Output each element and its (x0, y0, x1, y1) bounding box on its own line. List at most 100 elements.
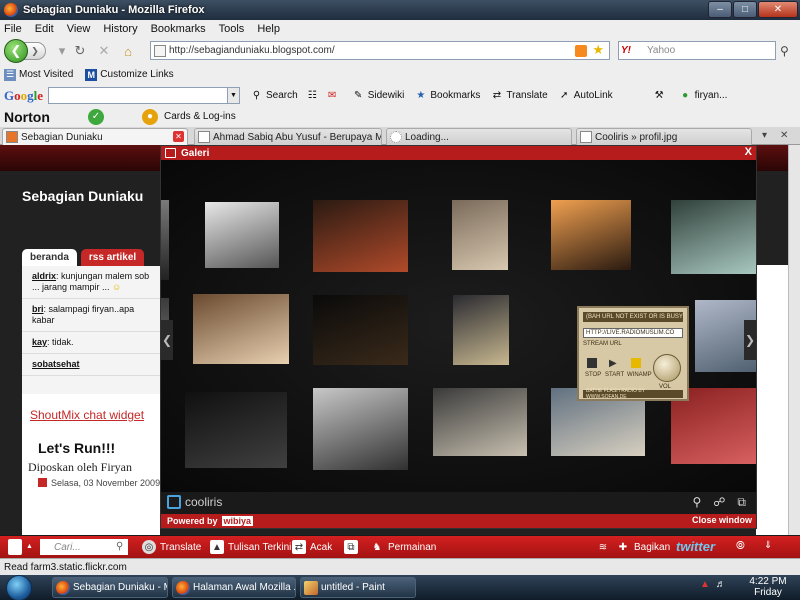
google-translate-button[interactable]: ⇄ Translate (490, 89, 548, 102)
task-firefox-halaman[interactable]: Halaman Awal Mozilla ... (172, 577, 296, 598)
page-scrollbar[interactable] (788, 145, 800, 535)
gallery-thumb[interactable] (433, 388, 527, 456)
tab-beranda[interactable]: beranda (22, 249, 77, 266)
shout-author[interactable]: aldrix (32, 271, 56, 281)
tab-close-icon[interactable]: ✕ (173, 131, 184, 142)
wibiya-games-button[interactable]: ♞ Permainan (370, 540, 437, 554)
radio-stream-url-input[interactable]: HTTP://LIVE.RADIOMUSLIM.CO (583, 328, 683, 338)
norton-safe-icon[interactable]: ✓ (88, 108, 104, 125)
blog-title[interactable]: Sebagian Duniaku (22, 188, 143, 204)
wibiya-recent-posts-button[interactable]: ▲ Tulisan Terkini (210, 540, 291, 554)
gallery-next-icon[interactable]: ❯ (744, 320, 756, 360)
bookmark-most-visited[interactable]: ☰ Most Visited (4, 68, 73, 81)
gallery-prev-icon[interactable]: ❮ (161, 320, 173, 360)
menu-edit[interactable]: Edit (35, 23, 54, 35)
menu-tools[interactable]: Tools (219, 23, 245, 35)
gallery-thumb[interactable] (313, 388, 408, 470)
dropdown-history-icon[interactable]: ▾ (54, 43, 70, 59)
stop-icon[interactable]: ✕ (96, 43, 112, 59)
twitter-logo[interactable]: twitter (676, 539, 715, 554)
tab-loading[interactable]: Loading... (386, 128, 572, 145)
shout-author[interactable]: kay (32, 337, 47, 347)
menu-view[interactable]: View (67, 23, 91, 35)
back-button[interactable]: ❮ (4, 39, 28, 63)
wibiya-rss-button[interactable]: ≋ (596, 540, 614, 554)
rss-feed-icon[interactable] (575, 45, 587, 57)
google-search-input[interactable] (48, 87, 228, 104)
tray-volume-icon[interactable]: ♬ (716, 579, 726, 590)
tab-rss-artikel[interactable]: rss artikel (80, 249, 145, 266)
google-autolink-button[interactable]: ➚ AutoLink (558, 89, 613, 102)
radio-winamp-icon[interactable] (631, 358, 641, 368)
shout-author[interactable]: bri (32, 304, 44, 314)
google-search-button[interactable]: ⚲ Search (250, 89, 298, 102)
home-icon[interactable]: ⌂ (120, 43, 136, 59)
gallery-thumb[interactable] (185, 392, 287, 468)
gallery-thumb[interactable] (453, 295, 509, 365)
google-news-button[interactable]: ☷ (306, 89, 322, 102)
gallery-thumb[interactable] (551, 200, 631, 270)
post-title[interactable]: Let's Run!!! (38, 440, 115, 456)
google-gmail-button[interactable]: ✉ (326, 89, 342, 102)
url-bar[interactable]: http://sebagianduniaku.blogspot.com/ ★ (150, 41, 610, 60)
menu-help[interactable]: Help (257, 23, 280, 35)
gallery-thumb[interactable] (671, 200, 756, 274)
norton-logo[interactable]: Norton (4, 109, 62, 125)
wibiya-window-button[interactable]: ⧉ (344, 540, 362, 554)
cooliris-brand[interactable]: cooliris (167, 495, 222, 509)
gallery-thumb[interactable] (161, 200, 169, 280)
gallery-thumb[interactable] (205, 202, 279, 268)
google-bookmarks-button[interactable]: ★ Bookmarks (414, 89, 480, 102)
menu-history[interactable]: History (103, 23, 137, 35)
reload-icon[interactable]: ↻ (72, 43, 88, 59)
task-paint[interactable]: untitled - Paint (300, 577, 416, 598)
gallery-close-button[interactable]: X (745, 146, 752, 158)
wibiya-search-icon[interactable]: ⚲ (116, 541, 123, 552)
task-firefox-sebagian[interactable]: Sebagian Duniaku - M... (52, 577, 168, 598)
google-settings-button[interactable]: ⚒ (653, 89, 669, 102)
tab-sebagian-duniaku[interactable]: Sebagian Duniaku ✕ (2, 128, 188, 145)
radio-stop-icon[interactable] (587, 358, 597, 368)
shout-author[interactable]: sobatsehat (32, 359, 80, 369)
tab-ahmad-sabiq[interactable]: Ahmad Sabiq Abu Yusuf - Berupaya M... (194, 128, 382, 145)
radio-volume-knob[interactable] (653, 354, 681, 382)
live-radio-icon[interactable]: ⦾ (736, 540, 745, 553)
wibiya-search-input[interactable]: Cari... (40, 539, 128, 555)
start-button[interactable] (6, 575, 32, 600)
tab-cooliris[interactable]: Cooliris » profil.jpg (576, 128, 752, 145)
search-box[interactable]: Y! Yahoo (618, 41, 776, 60)
radio-start-icon[interactable]: ▶ (609, 358, 619, 369)
gallery-thumb[interactable] (452, 200, 508, 270)
search-engine-icon[interactable]: Y! (621, 43, 643, 58)
maximize-button[interactable]: □ (733, 1, 757, 18)
norton-cards-label[interactable]: Cards & Log-ins (164, 111, 236, 122)
wibiya-random-button[interactable]: ⇄ Acak (292, 540, 332, 554)
menu-bookmarks[interactable]: Bookmarks (151, 23, 206, 35)
tray-network-icon[interactable]: ▲ (700, 579, 710, 590)
new-tab-close-icon[interactable]: ✕ (780, 130, 788, 141)
taskbar-clock[interactable]: 4:22 PM Friday (740, 576, 796, 598)
wibiya-translate-button[interactable]: ◎ Translate (142, 540, 201, 554)
menu-file[interactable]: File (4, 23, 22, 35)
google-logo[interactable]: Google (4, 88, 46, 104)
wibiya-logo[interactable]: wibiya (221, 516, 254, 526)
search-magnifier-icon[interactable]: ⚲ (780, 44, 789, 58)
bookmark-star-icon[interactable]: ★ (592, 42, 604, 58)
gallery-search-icon[interactable]: ⚲ (692, 495, 701, 510)
minimize-button[interactable]: – (708, 1, 732, 18)
google-account-button[interactable]: ● firyan... (679, 89, 727, 102)
wibiya-collapse-icon[interactable]: ⇓ (764, 540, 772, 551)
gallery-thumb[interactable] (193, 294, 289, 364)
norton-cards-icon[interactable]: ● (142, 108, 158, 125)
gallery-thumb[interactable] (313, 295, 408, 365)
wibiya-logo-icon[interactable] (8, 539, 22, 555)
gallery-window-icon[interactable]: ⧉ (737, 495, 746, 510)
gallery-thumb[interactable] (313, 200, 408, 272)
wibiya-share-button[interactable]: ✚ Bagikan (616, 540, 670, 554)
google-sidewiki-button[interactable]: ✎ Sidewiki (352, 89, 404, 102)
bookmark-customize-links[interactable]: M Customize Links (85, 68, 174, 81)
shoutmix-link[interactable]: ShoutMix chat widget (30, 408, 144, 422)
close-button[interactable]: ✕ (758, 1, 798, 18)
close-window-button[interactable]: Close window (692, 515, 752, 525)
gallery-share-icon[interactable]: ☍ (713, 495, 725, 510)
